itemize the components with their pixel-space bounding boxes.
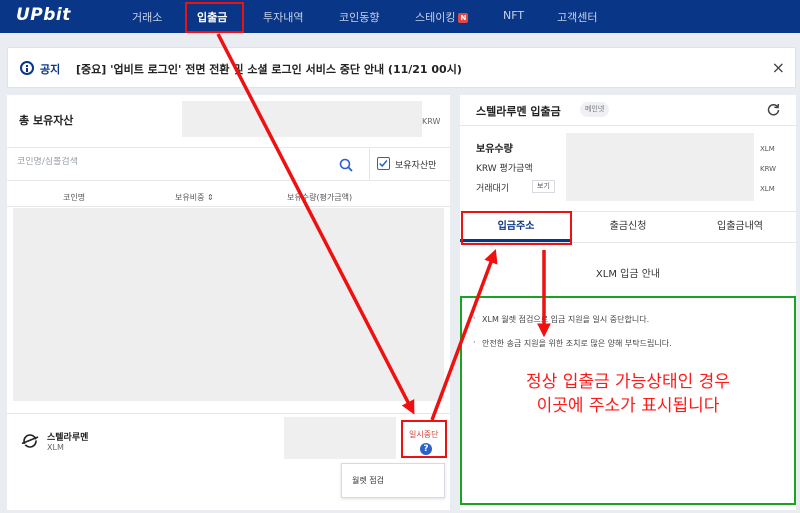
coin-symbol: XLM [47,443,64,452]
view-pending-button[interactable]: 보기 [532,180,555,193]
divider [7,413,450,414]
notice-bar: 공지 [중요] '업비트 로그인' 전면 전환 및 소셜 로그인 서비스 중단 … [7,47,796,88]
highlight-nav-deposit [185,2,244,33]
nav-customer-center[interactable]: 고객센터 [557,9,597,25]
notice-text[interactable]: [중요] '업비트 로그인' 전면 전환 및 소셜 로그인 서비스 중단 안내 … [76,61,462,77]
own-assets-checkbox[interactable] [377,157,390,170]
asset-list-panel: 총 보유자산 KRW 보유자산만 코인명 보유비중 ⇕ 보유수량(평가금액) 스… [7,95,450,510]
highlight-status [401,420,447,458]
nav-staking-label: 스테이킹 [415,11,456,24]
divider [460,125,796,126]
tab-withdraw-request[interactable]: 출금신청 [572,211,684,242]
own-assets-label: 보유자산만 [395,161,437,171]
refresh-icon[interactable] [767,103,780,116]
divider [7,206,450,207]
nav-staking[interactable]: 스테이킹 N [415,9,469,25]
nav-nft[interactable]: NFT [503,9,524,22]
blurred-balances [566,133,754,201]
holding-unit: XLM [760,145,775,153]
stellar-logo-icon [21,434,39,448]
nav-exchange[interactable]: 거래소 [132,9,162,25]
notice-label: 공지 [40,63,61,76]
nav-coin-trends-label: 코인동향 [339,11,380,24]
column-coin-name[interactable]: 코인명 [63,192,85,203]
upbit-logo[interactable]: UPbit [16,5,71,25]
top-navigation: UPbit 거래소 입출금 투자내역 코인동향 스테이킹 N NFT 고객센터 [0,0,800,33]
coin-name: 스텔라루멘 [47,433,89,443]
tooltip-text: 월렛 점검 [352,476,384,485]
pending-label: 거래대기 [476,184,510,194]
nav-investments[interactable]: 투자내역 [263,9,303,25]
krw-unit: KRW [760,165,777,173]
blurred-total-value [182,101,422,137]
holding-label: 보유수량 [476,144,513,155]
annotation-line-1: 정상 입출금 가능상태인 경우 [526,372,730,392]
blurred-asset-list [13,208,444,401]
column-holding-amount[interactable]: 보유수량(평가금액) [287,192,352,203]
deposit-guide-title: XLM 입금 안내 [595,269,661,280]
new-badge: N [458,13,469,23]
blurred-coin-amount [284,417,396,459]
search-icon[interactable] [339,158,353,172]
status-tooltip: 월렛 점검 [341,463,445,498]
check-icon [379,160,388,168]
panel-title: 스텔라루멘 입출금 [476,105,561,118]
mainnet-badge: 메인넷 [580,102,610,117]
close-icon[interactable]: × [772,58,785,77]
pending-unit: XLM [760,185,775,193]
own-assets-filter[interactable]: 보유자산만 [369,147,450,181]
tab-history[interactable]: 입출금내역 [684,211,796,242]
highlight-deposit-tab [461,211,572,245]
total-assets-label: 총 보유자산 [19,114,74,127]
nav-coin-trends[interactable]: 코인동향 [339,9,379,25]
krw-value-label: KRW 평가금액 [476,164,533,174]
info-icon [20,61,34,75]
total-unit: KRW [422,117,441,126]
annotation-line-2: 이곳에 주소가 표시됩니다 [536,396,720,416]
search-input[interactable] [17,157,337,167]
column-holding-ratio[interactable]: 보유비중 ⇕ [175,192,214,203]
